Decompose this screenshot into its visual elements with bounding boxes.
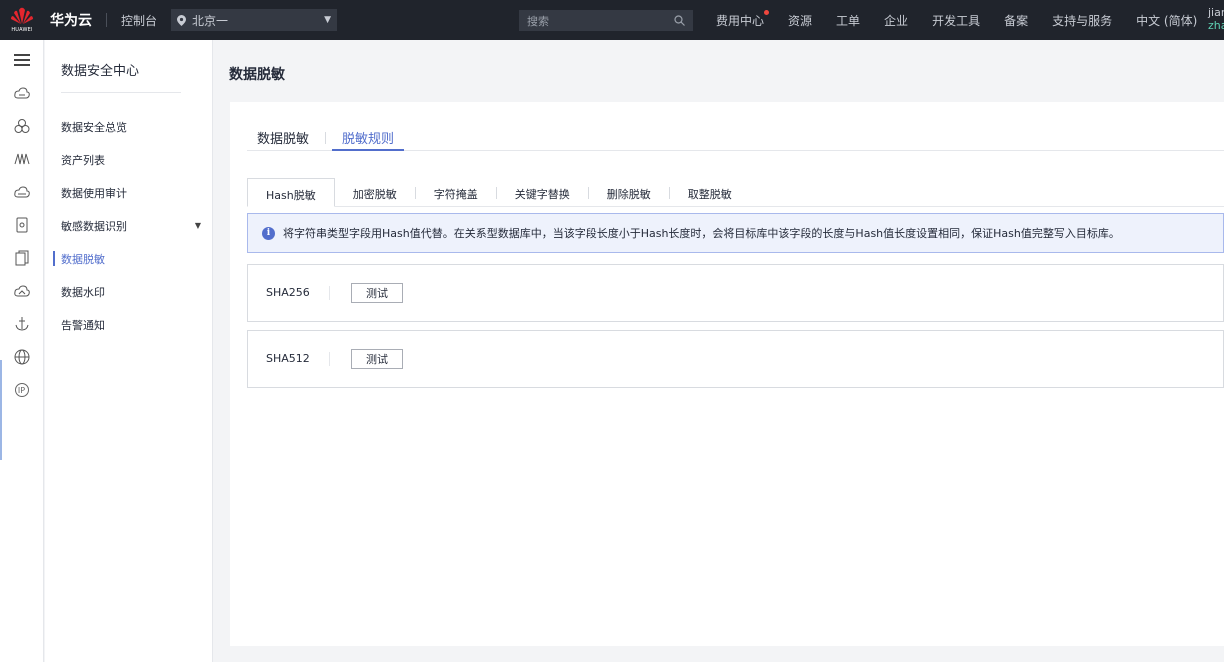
console-link[interactable]: 控制台 (121, 12, 157, 29)
rule-row-sha512: SHA512 测试 (247, 330, 1224, 388)
subtab-keyword-replace[interactable]: 关键字替换 (497, 178, 588, 206)
cloud-database-icon[interactable] (13, 184, 30, 200)
topbar-nav: 费用中心 资源 工单 企业 开发工具 备案 支持与服务 中文 (简体) (716, 0, 1221, 40)
region-selector[interactable]: 北京一 ▼ (171, 9, 338, 31)
cloud-network-icon[interactable] (13, 283, 30, 299)
info-banner: i 将字符串类型字段用Hash值代替。在关系型数据库中，当该字段长度小于Hash… (247, 213, 1224, 253)
rule-name: SHA256 (248, 286, 330, 300)
huawei-flower-icon (11, 7, 33, 24)
logo-text: HUAWEI (11, 27, 33, 33)
nav-support[interactable]: 支持与服务 (1052, 12, 1112, 29)
anchor-icon[interactable] (14, 316, 30, 332)
cloud-server-icon[interactable] (13, 85, 30, 101)
sidebar-item-alarm[interactable]: 告警通知 (45, 308, 213, 341)
test-button[interactable]: 测试 (351, 283, 403, 303)
nav-resources[interactable]: 资源 (788, 12, 812, 29)
page-title: 数据脱敏 (229, 67, 285, 83)
subtab-encryption[interactable]: 加密脱敏 (335, 178, 415, 206)
info-text: 将字符串类型字段用Hash值代替。在关系型数据库中，当该字段长度小于Hash长度… (283, 227, 1120, 240)
nav-billing[interactable]: 费用中心 (716, 9, 770, 29)
user-account[interactable]: jian zha (1208, 6, 1224, 32)
cluster-icon[interactable] (14, 118, 30, 134)
search-placeholder: 搜索 (527, 14, 549, 28)
service-icon-rail: IP (0, 40, 44, 662)
waveform-icon[interactable] (14, 151, 30, 167)
language-selector[interactable]: 中文 (简体) (1136, 12, 1197, 29)
rule-name: SHA512 (248, 352, 330, 366)
left-sidebar-menu: 数据安全中心 数据安全总览 资产列表 数据使用审计 敏感数据识别 ▼ 数据脱敏 数… (45, 40, 213, 662)
topbar-divider (106, 13, 107, 27)
service-title: 数据安全中心 (61, 64, 140, 79)
nav-enterprise[interactable]: 企业 (884, 12, 908, 29)
storage-icon[interactable] (14, 217, 30, 233)
subtab-char-mask[interactable]: 字符掩盖 (416, 178, 496, 206)
tab-divider (325, 132, 327, 144)
subtab-delete[interactable]: 删除脱敏 (589, 178, 669, 206)
ip-icon[interactable]: IP (14, 382, 30, 398)
sidebar-item-sensitive-data[interactable]: 敏感数据识别 ▼ (45, 209, 213, 242)
content-card: 数据脱敏 脱敏规则 Hash脱敏 加密脱敏 字符掩盖 关键字替换 删除脱敏 取整… (230, 102, 1224, 646)
user-name: jian (1208, 6, 1224, 19)
hamburger-menu-icon[interactable] (13, 52, 30, 68)
tab-data-masking[interactable]: 数据脱敏 (247, 124, 319, 151)
sidebar-menu-list: 数据安全总览 资产列表 数据使用审计 敏感数据识别 ▼ 数据脱敏 数据水印 告警通… (45, 110, 213, 341)
region-label: 北京一 (192, 13, 229, 28)
sidebar-item-watermark[interactable]: 数据水印 (45, 275, 213, 308)
sidebar-item-overview[interactable]: 数据安全总览 (45, 110, 213, 143)
user-subname: zha (1208, 19, 1224, 32)
globe-icon[interactable] (14, 349, 30, 365)
subtab-hash[interactable]: Hash脱敏 (247, 178, 335, 207)
nav-icp-filing[interactable]: 备案 (1004, 12, 1028, 29)
rule-row-sha256: SHA256 测试 (247, 264, 1224, 322)
subtab-rounding[interactable]: 取整脱敏 (670, 178, 750, 206)
tab-masking-rules[interactable]: 脱敏规则 (332, 124, 405, 151)
window-edge-highlight (0, 360, 2, 460)
huawei-logo[interactable]: HUAWEI (0, 0, 44, 40)
sidebar-divider (61, 92, 181, 93)
caret-down-icon: ▼ (324, 15, 332, 25)
nav-dev-tools[interactable]: 开发工具 (932, 12, 980, 29)
brand-name[interactable]: 华为云 (50, 10, 92, 30)
caret-down-icon: ▼ (194, 221, 201, 230)
sidebar-item-data-masking[interactable]: 数据脱敏 (45, 242, 213, 275)
test-button[interactable]: 测试 (351, 349, 403, 369)
location-pin-icon (177, 14, 187, 26)
sidebar-item-asset-list[interactable]: 资产列表 (45, 143, 213, 176)
nav-tickets[interactable]: 工单 (836, 12, 860, 29)
sidebar-item-usage-audit[interactable]: 数据使用审计 (45, 176, 213, 209)
search-icon[interactable] (674, 15, 685, 26)
notification-dot (764, 9, 770, 15)
document-copy-icon[interactable] (14, 250, 30, 266)
main-tabs: 数据脱敏 脱敏规则 (247, 124, 1224, 151)
rule-type-tabs: Hash脱敏 加密脱敏 字符掩盖 关键字替换 删除脱敏 取整脱敏 (247, 178, 1224, 207)
search-input[interactable]: 搜索 (519, 10, 693, 31)
info-icon: i (262, 226, 275, 240)
